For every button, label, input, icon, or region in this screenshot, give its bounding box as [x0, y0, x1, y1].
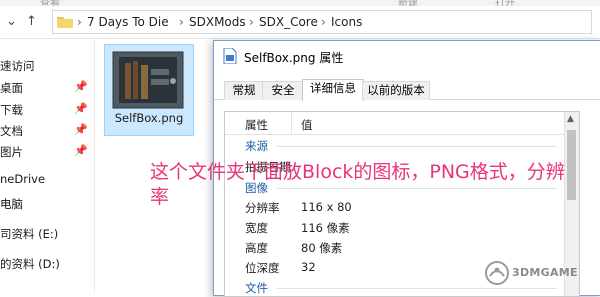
property-name: 宽度	[245, 221, 268, 235]
watermark: 3DMGAME	[478, 258, 596, 288]
column-header-value[interactable]: 值	[301, 117, 313, 133]
breadcrumb-separator: ›	[179, 15, 184, 29]
scroll-up-arrow-icon[interactable]: ▲	[567, 114, 574, 124]
safe-box-thumbnail-icon	[112, 51, 184, 109]
column-header-property[interactable]: 属性	[245, 117, 268, 133]
nav-item-pictures[interactable]: 图片 📌	[0, 142, 92, 162]
nav-item-downloads[interactable]: 下载 📌	[0, 100, 92, 120]
nav-item-drive-d[interactable]: 的资料 (D:)	[0, 254, 92, 274]
nav-item-quick-access[interactable]: 速访问	[0, 56, 92, 76]
details-header-row: 属性 值	[225, 112, 579, 135]
navigation-pane: 速访问 桌面 📌 下载 📌 文档 📌 图片 📌 neDrive 电脑 司资料 (E:) …	[0, 40, 95, 294]
nav-item-label: 下载	[0, 103, 23, 117]
group-label: 来源	[245, 139, 268, 153]
nav-item-this-pc[interactable]: 电脑	[0, 194, 92, 214]
property-value: 32	[301, 260, 316, 274]
nav-item-label: 电脑	[0, 197, 23, 211]
breadcrumb-sdx-core[interactable]: SDX_Core	[259, 15, 318, 29]
annotation-overlay-text: 这个文件夹下面放Block的图标，PNG格式，分辨率	[150, 161, 565, 208]
nav-item-label: neDrive	[0, 172, 46, 186]
pin-icon: 📌	[74, 102, 88, 115]
image-file-icon	[223, 48, 237, 64]
breadcrumb-7-days-to-die[interactable]: 7 Days To Die	[87, 15, 169, 29]
dialog-title: SelfBox.png 属性	[244, 51, 344, 65]
address-row: ⌄ ↑ › 7 Days To Die › SDXMods › SDX_Core…	[0, 6, 600, 39]
nav-item-label: 桌面	[0, 81, 23, 95]
breadcrumb-separator: ›	[249, 15, 254, 29]
nav-item-label: 速访问	[0, 59, 35, 73]
breadcrumb-separator: ›	[321, 15, 326, 29]
nav-item-label: 文档	[0, 124, 23, 138]
tab-general[interactable]: 常规	[224, 81, 264, 100]
tab-security[interactable]: 安全	[262, 81, 304, 100]
property-row-width[interactable]: 宽度 116 像素	[225, 219, 565, 237]
property-value: 116 像素	[301, 221, 350, 235]
group-divider	[277, 288, 557, 289]
dialog-title-bar[interactable]: SelfBox.png 属性	[214, 41, 600, 71]
column-divider[interactable]	[291, 112, 292, 134]
breadcrumb-icons[interactable]: Icons	[331, 15, 362, 29]
pin-icon: 📌	[74, 123, 88, 136]
property-row-height[interactable]: 高度 80 像素	[225, 239, 565, 257]
tab-details[interactable]: 详细信息	[302, 79, 364, 101]
property-name: 高度	[245, 241, 268, 255]
file-name-label: SelfBox.png	[114, 111, 184, 125]
pin-icon: 📌	[74, 80, 88, 93]
tab-previous-versions[interactable]: 以前的版本	[362, 81, 430, 100]
nav-item-label: 图片	[0, 145, 23, 159]
breadcrumb-sdxmods[interactable]: SDXMods	[189, 15, 246, 29]
nav-item-desktop[interactable]: 桌面 📌	[0, 78, 92, 98]
file-item-selfbox[interactable]: SelfBox.png	[104, 44, 194, 136]
back-history-chevron-icon[interactable]: ⌄	[6, 14, 17, 29]
nav-item-onedrive[interactable]: neDrive	[0, 170, 92, 190]
nav-item-documents[interactable]: 文档 📌	[0, 121, 92, 141]
pin-icon: 📌	[74, 144, 88, 157]
folder-icon	[57, 17, 73, 28]
address-bar[interactable]: › 7 Days To Die › SDXMods › SDX_Core › I…	[52, 10, 592, 34]
nav-item-drive-e[interactable]: 司资料 (E:)	[0, 224, 92, 244]
property-name: 位深度	[245, 261, 280, 275]
property-value: 80 像素	[301, 241, 343, 255]
group-header-origin: 来源	[225, 137, 565, 155]
up-arrow-icon[interactable]: ↑	[26, 14, 37, 29]
watermark-text: 3DMGAME	[512, 266, 578, 279]
dialog-tabs: 常规 安全 详细信息 以前的版本	[214, 79, 600, 101]
watermark-logo-icon	[485, 261, 509, 285]
nav-item-label: 司资料 (E:)	[0, 227, 59, 241]
breadcrumb-separator: ›	[77, 15, 82, 29]
nav-item-label: 的资料 (D:)	[0, 257, 60, 271]
group-divider	[277, 146, 557, 147]
